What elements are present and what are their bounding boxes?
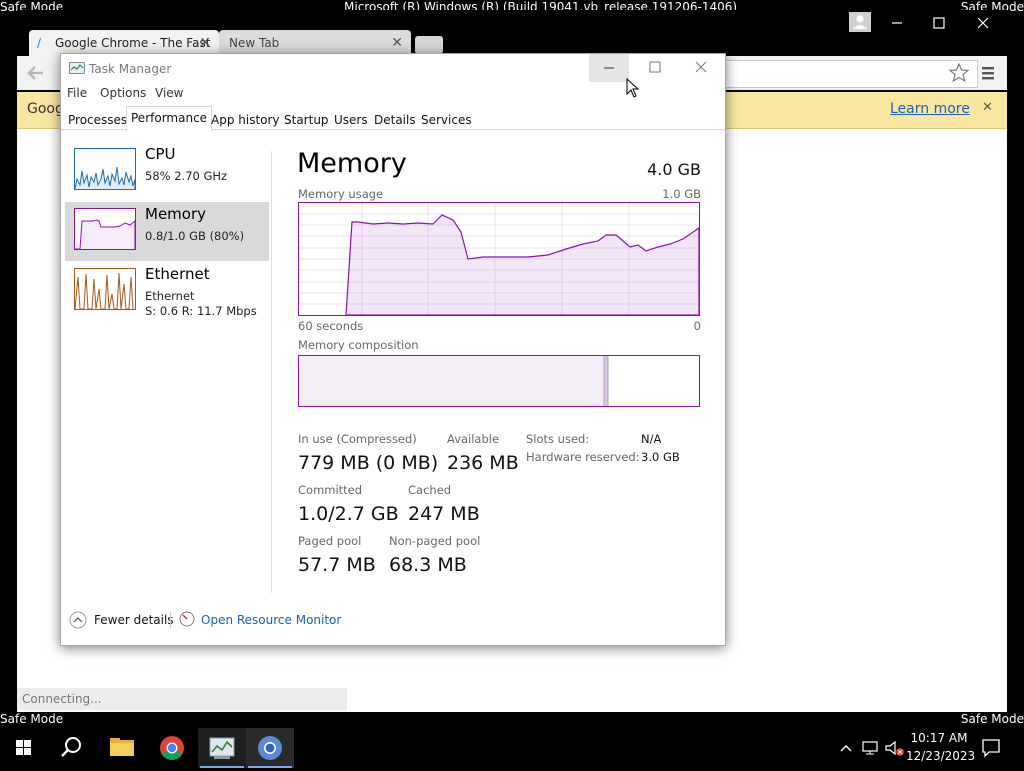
- tm-minimize-button[interactable]: [589, 54, 629, 82]
- memory-usage-label: Memory usage: [298, 187, 384, 201]
- nonpaged-pool-label: Non-paged pool: [389, 534, 481, 548]
- paged-pool-label: Paged pool: [298, 534, 362, 548]
- slots-used-label: Slots used:: [526, 432, 590, 446]
- file-explorer-button[interactable]: [98, 728, 146, 768]
- sidebar-item-ethernet[interactable]: Ethernet Ethernet S: 0.6 R: 11.7 Mbps: [65, 262, 269, 320]
- committed-label: Committed: [298, 483, 363, 497]
- safe-mode-label-bl: Safe Mode: [0, 712, 64, 726]
- sidebar-ethernet-name: Ethernet: [145, 265, 210, 283]
- clock-time[interactable]: 10:17 AM: [906, 731, 972, 745]
- chrome-icon: [258, 736, 282, 760]
- clock-date[interactable]: 12/23/2023: [906, 749, 975, 763]
- tab-processes[interactable]: Processes: [64, 110, 131, 130]
- sidebar-ethernet-adapter: Ethernet: [145, 289, 195, 303]
- available-value: 236 MB: [447, 452, 519, 474]
- tab-users[interactable]: Users: [330, 110, 372, 130]
- detail-heading: Memory: [297, 148, 407, 179]
- memory-usage-max: 1.0 GB: [662, 187, 701, 201]
- sidebar-item-memory[interactable]: Memory 0.8/1.0 GB (80%): [65, 202, 269, 261]
- memory-composition-bar: [298, 355, 700, 408]
- sidebar-ethernet-throughput: S: 0.6 R: 11.7 Mbps: [145, 304, 257, 318]
- hardware-reserved-label: Hardware reserved:: [526, 450, 640, 464]
- new-tab-button[interactable]: [415, 36, 443, 54]
- omnibox[interactable]: [717, 60, 978, 88]
- chrome-menu-icon[interactable]: [979, 64, 997, 82]
- network-icon[interactable]: [861, 739, 881, 757]
- in-use-label: In use (Compressed): [298, 432, 417, 446]
- sidebar-cpu-name: CPU: [145, 145, 176, 163]
- task-manager-window: Task Manager File Options View Processes…: [60, 53, 726, 646]
- volume-muted-icon[interactable]: [884, 739, 906, 757]
- hardware-reserved-value: 3.0 GB: [641, 450, 680, 464]
- infobar-text: Goog: [27, 101, 64, 117]
- in-use-value: 779 MB (0 MB): [298, 452, 439, 474]
- chrome-pinned-button[interactable]: [148, 728, 196, 768]
- loading-icon: /: [37, 36, 42, 50]
- chrome-taskbar-button[interactable]: [246, 728, 294, 768]
- open-resource-monitor-link[interactable]: Open Resource Monitor: [201, 613, 341, 627]
- sidebar-cpu-stats: 58% 2.70 GHz: [145, 169, 228, 183]
- memory-total: 4.0 GB: [647, 160, 701, 179]
- sidebar-item-cpu[interactable]: CPU 58% 2.70 GHz: [65, 142, 269, 200]
- chrome-minimize-icon[interactable]: [885, 14, 909, 32]
- tab-performance[interactable]: Performance: [126, 106, 213, 132]
- start-button[interactable]: [0, 728, 48, 768]
- task-manager-icon: [209, 737, 235, 759]
- tab-services[interactable]: Services: [417, 110, 476, 130]
- tm-close-button[interactable]: [683, 54, 719, 82]
- windows-logo-icon: [16, 740, 31, 755]
- status-bubble: Connecting...: [17, 688, 347, 710]
- mouse-cursor-icon: [626, 77, 640, 98]
- tab-details[interactable]: Details: [370, 110, 420, 130]
- graph-axis-right: 0: [693, 319, 701, 333]
- committed-value: 1.0/2.7 GB: [298, 503, 399, 525]
- memory-thumbnail-graph: [74, 208, 136, 250]
- infobar-close-icon[interactable]: ✕: [982, 100, 993, 115]
- search-icon: [61, 737, 81, 757]
- memory-composition-label: Memory composition: [298, 338, 419, 352]
- bookmark-star-icon[interactable]: [948, 62, 970, 84]
- back-arrow-icon[interactable]: [25, 62, 47, 84]
- graph-axis-left: 60 seconds: [298, 319, 364, 333]
- profile-icon[interactable]: [849, 12, 871, 32]
- cached-value: 247 MB: [408, 503, 480, 525]
- task-manager-app-icon: [69, 62, 85, 76]
- tab-startup[interactable]: Startup: [280, 110, 333, 130]
- sidebar-divider: [271, 151, 272, 593]
- learn-more-link[interactable]: Learn more: [890, 101, 970, 117]
- memory-usage-graph: [298, 202, 700, 316]
- resource-monitor-icon[interactable]: [179, 611, 195, 627]
- cached-label: Cached: [408, 483, 452, 497]
- task-manager-taskbar-button[interactable]: [198, 728, 246, 768]
- chrome-maximize-icon[interactable]: [927, 14, 951, 32]
- sidebar-memory-name: Memory: [145, 205, 207, 223]
- nonpaged-pool-value: 68.3 MB: [389, 554, 467, 576]
- fewer-details-button[interactable]: Fewer details: [94, 613, 174, 627]
- search-button[interactable]: [48, 728, 96, 768]
- show-hidden-icons-chevron-icon[interactable]: [838, 740, 854, 756]
- fewer-details-chevron-icon[interactable]: [69, 611, 87, 629]
- chrome-close-icon[interactable]: [971, 14, 995, 32]
- footer-divider: [170, 612, 171, 628]
- paged-pool-value: 57.7 MB: [298, 554, 376, 576]
- window-title: Task Manager: [89, 62, 172, 76]
- tab-app-history[interactable]: App history: [207, 110, 284, 130]
- cpu-thumbnail-graph: [74, 148, 136, 190]
- safe-mode-label-br: Safe Mode: [960, 712, 1024, 726]
- action-center-icon[interactable]: [980, 738, 1002, 758]
- sidebar-memory-stats: 0.8/1.0 GB (80%): [145, 229, 245, 243]
- available-label: Available: [447, 432, 500, 446]
- ethernet-thumbnail-graph: [74, 268, 136, 310]
- menu-view[interactable]: View: [155, 86, 183, 100]
- tm-maximize-button[interactable]: [637, 54, 673, 82]
- taskbar: 10:17 AM 12/23/2023: [0, 728, 1024, 768]
- menu-file[interactable]: File: [67, 86, 87, 100]
- folder-icon: [110, 738, 134, 756]
- slots-used-value: N/A: [641, 432, 662, 446]
- chrome-icon: [160, 736, 184, 761]
- menu-options[interactable]: Options: [100, 86, 146, 100]
